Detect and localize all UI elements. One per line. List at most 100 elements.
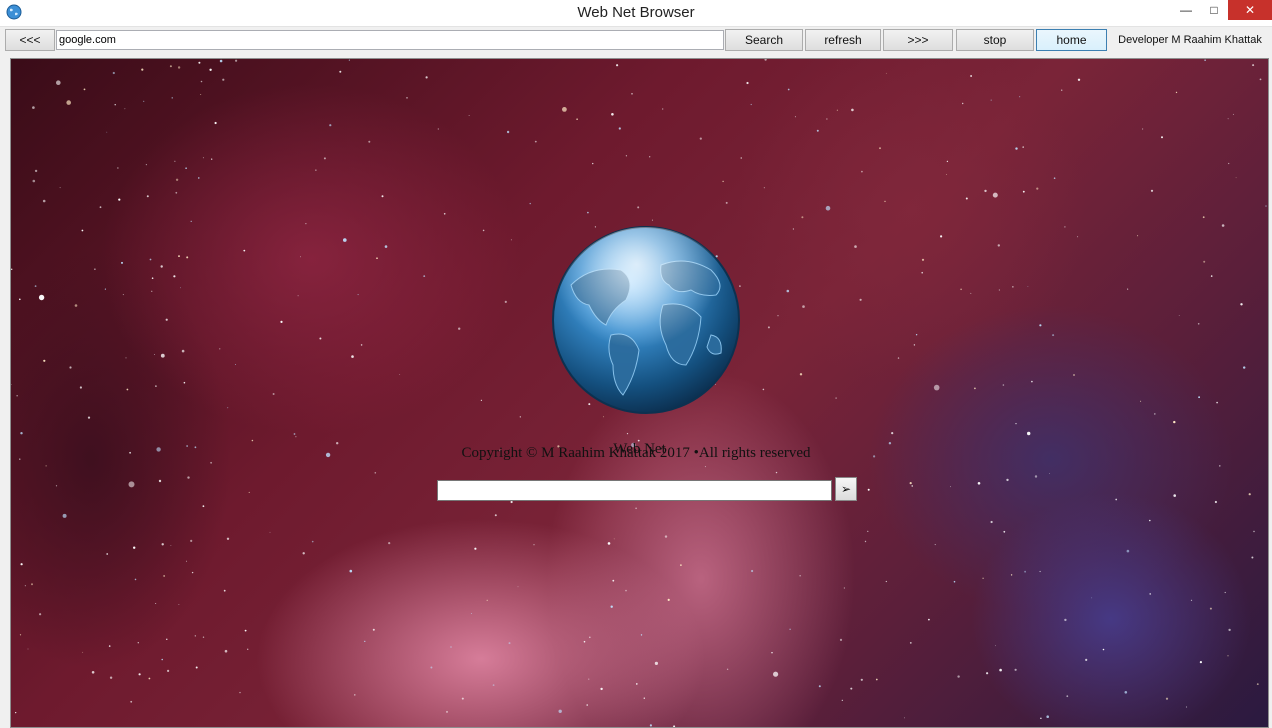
star xyxy=(1040,717,1042,719)
star xyxy=(534,140,537,143)
star xyxy=(151,290,153,292)
star xyxy=(226,537,230,540)
star xyxy=(1209,607,1212,610)
star xyxy=(1227,655,1229,657)
star xyxy=(1022,190,1025,193)
minimize-button[interactable]: — xyxy=(1172,0,1200,20)
home-button[interactable]: home xyxy=(1036,29,1107,51)
star xyxy=(1210,275,1213,277)
star xyxy=(112,71,115,75)
star xyxy=(186,560,188,562)
star xyxy=(351,355,354,358)
search-input[interactable] xyxy=(437,480,832,501)
star xyxy=(1227,118,1229,120)
star xyxy=(302,552,305,555)
star xyxy=(219,59,223,63)
star xyxy=(74,304,78,307)
star xyxy=(1015,423,1017,425)
star xyxy=(649,724,653,727)
star xyxy=(399,374,401,375)
star xyxy=(323,157,326,160)
star xyxy=(517,586,519,588)
star xyxy=(423,275,426,277)
star xyxy=(388,542,391,545)
star xyxy=(843,587,845,589)
star xyxy=(990,520,993,524)
address-bar[interactable] xyxy=(56,30,724,50)
star xyxy=(293,433,296,435)
close-button[interactable]: ✕ xyxy=(1228,0,1272,20)
star xyxy=(149,258,152,261)
star xyxy=(861,170,863,173)
star xyxy=(178,255,180,257)
star xyxy=(295,436,297,438)
star xyxy=(492,684,495,686)
star xyxy=(775,471,778,474)
star xyxy=(148,677,151,680)
star xyxy=(108,645,111,647)
star xyxy=(1022,146,1024,148)
star xyxy=(247,648,249,650)
star xyxy=(1216,401,1218,404)
search-button[interactable]: Search xyxy=(725,29,803,51)
star xyxy=(209,68,212,71)
star xyxy=(704,466,706,468)
star xyxy=(1252,64,1255,67)
star xyxy=(458,327,461,330)
star xyxy=(999,668,1002,672)
star xyxy=(171,97,173,99)
stop-button[interactable]: stop xyxy=(956,29,1034,51)
star xyxy=(360,344,363,346)
star xyxy=(965,197,968,200)
star xyxy=(1173,494,1176,497)
window-title: Web Net Browser xyxy=(577,4,695,21)
star xyxy=(982,577,984,579)
star xyxy=(38,294,45,301)
star xyxy=(133,546,136,549)
star xyxy=(1204,59,1206,61)
star xyxy=(1202,216,1205,219)
star xyxy=(91,671,95,674)
star xyxy=(364,640,366,643)
star xyxy=(529,202,531,205)
star xyxy=(885,580,887,583)
star xyxy=(202,157,204,159)
star xyxy=(762,388,765,391)
star xyxy=(1124,691,1128,694)
star xyxy=(839,638,843,642)
star xyxy=(175,178,179,181)
star xyxy=(174,160,176,162)
star xyxy=(170,545,172,546)
star xyxy=(836,109,839,111)
star xyxy=(851,108,854,112)
star xyxy=(45,465,47,467)
star xyxy=(106,553,109,555)
star xyxy=(1161,136,1163,139)
refresh-button[interactable]: refresh xyxy=(805,29,881,51)
star xyxy=(106,131,108,133)
star xyxy=(879,147,881,150)
maximize-button[interactable]: □ xyxy=(1200,0,1228,20)
star xyxy=(771,652,773,654)
star xyxy=(1265,205,1267,207)
star xyxy=(816,129,819,132)
star xyxy=(27,648,29,650)
star xyxy=(124,108,126,110)
star xyxy=(884,200,886,203)
go-button[interactable]: ➢ xyxy=(835,477,857,501)
star xyxy=(859,298,862,301)
star xyxy=(125,357,127,359)
back-button[interactable]: <<< xyxy=(5,29,55,51)
star xyxy=(56,80,61,85)
star xyxy=(588,678,590,680)
star xyxy=(34,169,38,173)
forward-button[interactable]: >>> xyxy=(883,29,953,51)
star xyxy=(145,164,147,166)
star xyxy=(722,180,724,183)
star xyxy=(443,213,446,215)
browser-viewport[interactable]: Web Net ➢ xyxy=(10,58,1269,728)
star xyxy=(16,395,18,397)
star xyxy=(1036,187,1039,190)
star xyxy=(1039,570,1041,573)
star xyxy=(11,268,13,270)
